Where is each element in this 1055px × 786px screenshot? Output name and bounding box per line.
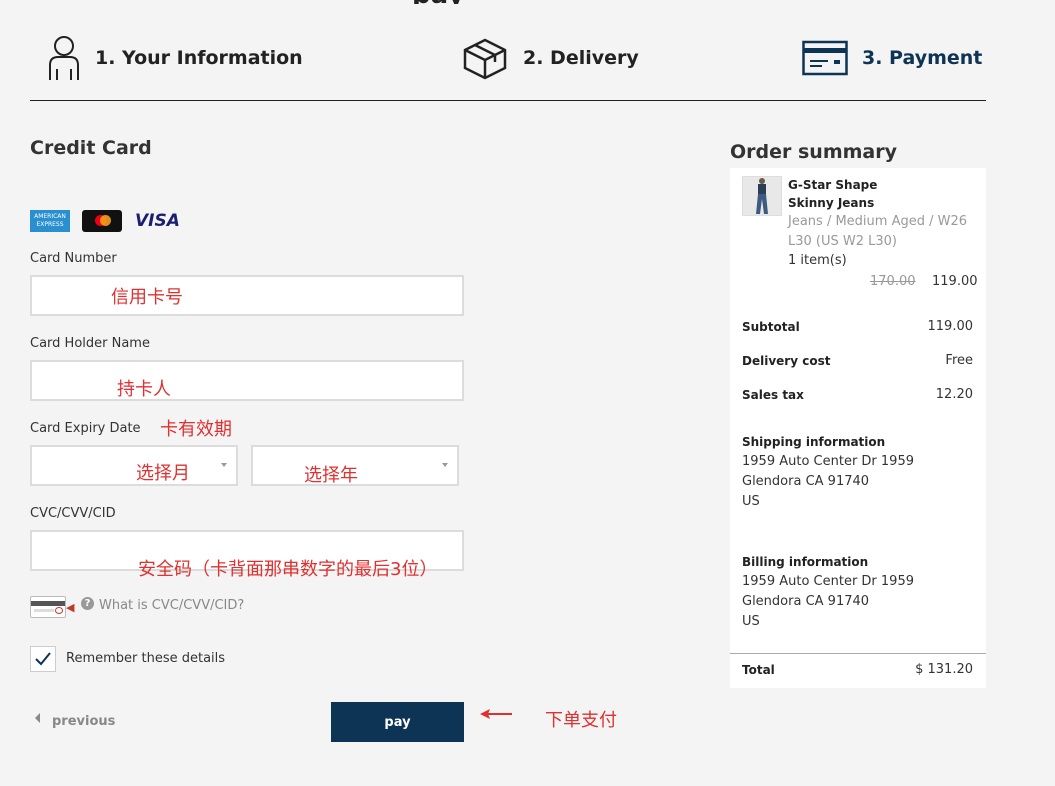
checkmark-icon bbox=[35, 652, 51, 666]
product-attributes: Jeans / Medium Aged / W26 L30 (US W2 L30… bbox=[788, 214, 968, 249]
card-number-label: Card Number bbox=[30, 251, 117, 266]
annotation-month: 选择月 bbox=[136, 463, 190, 484]
mastercard-logo bbox=[82, 210, 122, 232]
annotation-expiry: 卡有效期 bbox=[160, 419, 232, 440]
caret-left-icon bbox=[35, 712, 40, 723]
credit-card-icon bbox=[802, 40, 848, 76]
shipping-address: 1959 Auto Center Dr 1959 Glendora CA 917… bbox=[742, 454, 914, 509]
chevron-down-icon bbox=[221, 463, 227, 467]
section-title: Credit Card bbox=[30, 137, 152, 159]
visa-logo: VISA bbox=[135, 211, 180, 231]
product-quantity: 1 item(s) bbox=[788, 253, 847, 268]
cvc-label: CVC/CVV/CID bbox=[30, 506, 116, 521]
step-label: 3. Payment bbox=[862, 47, 983, 69]
previous-link[interactable]: previous bbox=[35, 712, 116, 729]
step-delivery: 2. Delivery bbox=[461, 33, 639, 83]
card-number-input[interactable] bbox=[30, 275, 464, 316]
total-label: Total bbox=[742, 663, 775, 677]
annotation-year: 选择年 bbox=[304, 465, 358, 486]
product-name: G-Star Shape Skinny Jeans bbox=[788, 178, 878, 210]
box-icon bbox=[463, 38, 507, 80]
billing-info-title: Billing information bbox=[742, 555, 869, 569]
step-label: 1. Your Information bbox=[95, 47, 303, 69]
pay-button[interactable]: pay bbox=[331, 702, 464, 742]
annotation-card-holder: 持卡人 bbox=[117, 379, 171, 400]
chevron-down-icon bbox=[442, 463, 448, 467]
annotation-cvc: 安全码（卡背面那串数字的最后3位） bbox=[138, 559, 438, 580]
red-arrow-icon bbox=[480, 709, 512, 719]
remember-checkbox[interactable] bbox=[30, 646, 56, 672]
annotation-card-number: 信用卡号 bbox=[111, 287, 183, 308]
subtotal-value: 119.00 bbox=[927, 319, 974, 334]
order-summary-title: Order summary bbox=[730, 141, 898, 163]
billing-address: 1959 Auto Center Dr 1959 Glendora CA 917… bbox=[742, 574, 914, 629]
jeans-image bbox=[756, 178, 768, 214]
step-label: 2. Delivery bbox=[523, 47, 639, 69]
step-payment: 3. Payment bbox=[802, 33, 982, 83]
delivery-cost-label: Delivery cost bbox=[742, 354, 831, 368]
page-heading-cropped: pay bbox=[412, 0, 492, 4]
previous-label: previous bbox=[52, 714, 116, 729]
original-price: 170.00 bbox=[870, 274, 916, 289]
sale-price: 119.00 bbox=[932, 274, 978, 289]
remember-label: Remember these details bbox=[66, 651, 226, 666]
cvc-help-link[interactable]: What is CVC/CVV/CID? bbox=[99, 598, 244, 613]
amex-logo: AMERICAN EXPRESS bbox=[30, 210, 70, 232]
person-icon bbox=[49, 36, 79, 80]
expiry-label: Card Expiry Date bbox=[30, 421, 141, 436]
shipping-info-title: Shipping information bbox=[742, 435, 886, 449]
help-icon[interactable]: ? bbox=[81, 597, 94, 610]
card-holder-input[interactable] bbox=[30, 360, 464, 401]
cvc-card-icon bbox=[30, 596, 66, 618]
subtotal-label: Subtotal bbox=[742, 320, 800, 334]
cvc-pointer-icon: ◀ bbox=[66, 601, 75, 614]
card-holder-label: Card Holder Name bbox=[30, 336, 150, 351]
total-divider bbox=[730, 653, 986, 654]
header-divider bbox=[30, 100, 986, 101]
total-value: $ 131.20 bbox=[915, 662, 973, 677]
expiry-month-select[interactable] bbox=[30, 445, 238, 486]
annotation-pay: 下单支付 bbox=[545, 710, 617, 731]
delivery-cost-value: Free bbox=[945, 353, 973, 368]
product-thumbnail bbox=[742, 176, 782, 216]
sales-tax-label: Sales tax bbox=[742, 388, 804, 402]
step-your-information: 1. Your Information bbox=[47, 33, 303, 83]
sales-tax-value: 12.20 bbox=[935, 387, 973, 402]
